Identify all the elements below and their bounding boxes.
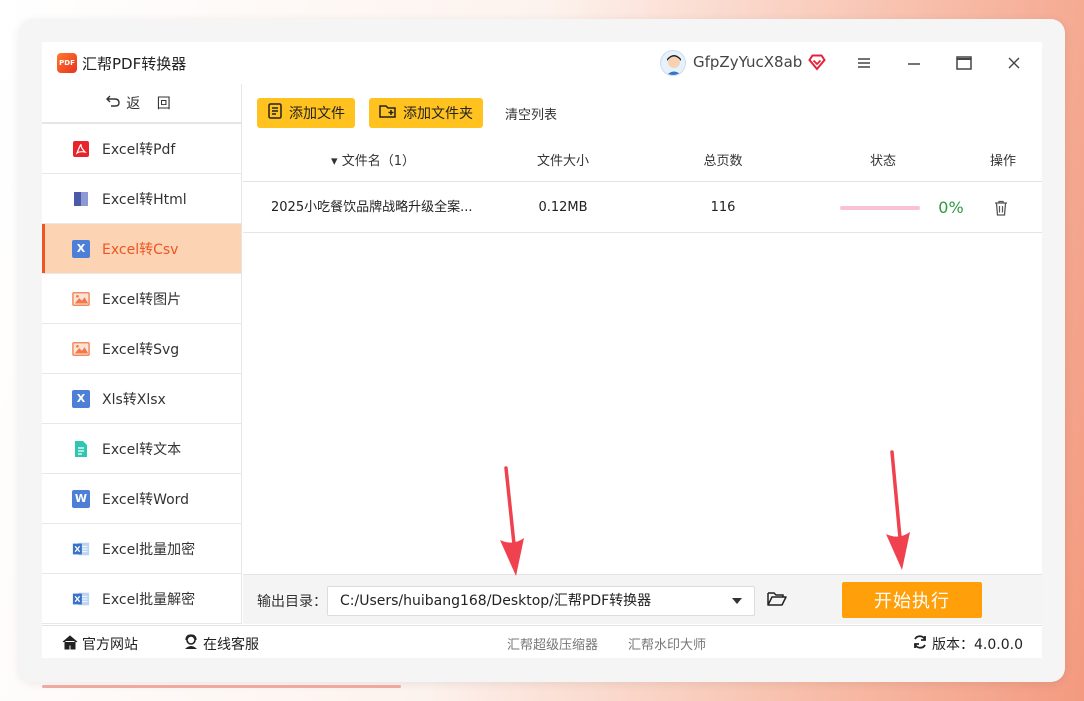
add-file-button[interactable]: 添加文件 xyxy=(257,98,355,128)
home-icon xyxy=(62,634,78,654)
menu-icon[interactable] xyxy=(850,50,878,76)
watermark-link[interactable]: 汇帮水印大师 xyxy=(628,634,706,653)
annotation-arrow-icon xyxy=(500,466,524,576)
back-label: 返 回 xyxy=(126,96,177,112)
header-action: 操作 xyxy=(989,154,1016,169)
csv-icon: X xyxy=(72,239,90,258)
header-size: 文件大小 xyxy=(536,154,589,169)
sidebar-item-excel-to-html[interactable]: Excel转Html xyxy=(42,174,241,224)
app-title: 汇帮PDF转换器 xyxy=(82,55,187,73)
online-support-link[interactable]: 在线客服 xyxy=(183,634,259,654)
sidebar-item-xls-to-xlsx[interactable]: X Xls转Xlsx xyxy=(42,374,241,424)
sidebar-item-excel-to-image[interactable]: Excel转图片 xyxy=(42,274,241,324)
vip-diamond-icon[interactable] xyxy=(808,53,826,71)
excel-x-icon: X xyxy=(72,389,90,408)
sidebar-item-label: Excel转Csv xyxy=(102,241,179,258)
delete-icon[interactable] xyxy=(991,183,1011,233)
output-path-select[interactable]: C:/Users/huibang168/Desktop/汇帮PDF转换器 xyxy=(327,586,755,616)
sidebar-item-label: Excel批量加密 xyxy=(102,541,196,558)
sidebar-item-excel-to-text[interactable]: Excel转文本 xyxy=(42,424,241,474)
sidebar-item-excel-to-csv[interactable]: X Excel转Csv xyxy=(42,224,241,274)
close-icon[interactable] xyxy=(1000,50,1028,76)
header-status: 状态 xyxy=(869,154,896,169)
clear-list-button[interactable]: 清空列表 xyxy=(505,104,557,123)
add-file-label: 添加文件 xyxy=(289,106,345,122)
sidebar-item-label: Excel转文本 xyxy=(102,441,182,458)
text-icon xyxy=(72,439,90,458)
add-folder-icon xyxy=(379,103,397,123)
user-name[interactable]: GfpZyYucX8ab xyxy=(693,53,802,71)
back-button[interactable]: 返 回 xyxy=(42,84,241,124)
chevron-down-icon[interactable] xyxy=(732,598,742,604)
official-website-link[interactable]: 官方网站 xyxy=(62,634,138,654)
sidebar-item-label: Excel批量解密 xyxy=(102,591,196,608)
maximize-icon[interactable] xyxy=(950,50,978,76)
compressor-link[interactable]: 汇帮超级压缩器 xyxy=(507,634,598,653)
folder-open-icon[interactable] xyxy=(767,591,787,607)
sidebar-item-label: Xls转Xlsx xyxy=(102,391,166,408)
file-name: 2025小吃餐饮品牌战略升级全案... xyxy=(271,200,473,215)
toolbar: 添加文件 添加文件夹 清空列表 xyxy=(243,84,1042,142)
support-agent-icon xyxy=(183,634,199,654)
sidebar-item-excel-to-word[interactable]: W Excel转Word xyxy=(42,474,241,524)
header-pages: 总页数 xyxy=(703,154,743,169)
refresh-icon xyxy=(912,634,928,654)
output-bar: 输出目录： C:/Users/huibang168/Desktop/汇帮PDF转… xyxy=(243,574,1042,624)
annotation-arrow-icon xyxy=(886,450,910,570)
sidebar-item-excel-decrypt[interactable]: Excel批量解密 xyxy=(42,574,241,624)
sidebar-item-label: Excel转Svg xyxy=(102,341,180,358)
app-logo-icon: PDF xyxy=(57,53,77,73)
sidebar-item-excel-to-svg[interactable]: Excel转Svg xyxy=(42,324,241,374)
back-arrow-icon xyxy=(106,95,120,111)
sidebar-item-label: Excel转Word xyxy=(102,491,190,508)
sidebar-item-excel-to-pdf[interactable]: Excel转Pdf xyxy=(42,124,241,174)
word-icon: W xyxy=(72,489,90,508)
image-icon xyxy=(72,289,90,308)
sidebar-item-excel-encrypt[interactable]: Excel批量加密 xyxy=(42,524,241,574)
sidebar-item-label: Excel转Pdf xyxy=(102,141,176,158)
status-bar: 官方网站 在线客服 汇帮超级压缩器 汇帮水印大师 版本：4.0.0.0 xyxy=(42,625,1042,658)
image-icon xyxy=(72,339,90,358)
horizontal-scrollbar[interactable] xyxy=(42,685,401,688)
file-size: 0.12MB xyxy=(538,200,588,215)
sidebar-item-label: Excel转Html xyxy=(102,191,187,208)
excel-icon xyxy=(72,589,90,608)
table-header: ▾ 文件名（1） 文件大小 总页数 状态 操作 xyxy=(243,142,1042,182)
start-button[interactable]: 开始执行 xyxy=(842,582,982,618)
minimize-icon[interactable] xyxy=(900,50,928,76)
title-bar: PDF 汇帮PDF转换器 GfpZyYucX8ab xyxy=(42,42,1042,84)
progress-bar xyxy=(840,206,920,210)
header-filename[interactable]: ▾ 文件名（1） xyxy=(313,142,433,182)
main-panel: 添加文件 添加文件夹 清空列表 ▾ 文件名（1） 文件大小 总页数 状态 操作 … xyxy=(243,84,1042,574)
html-icon xyxy=(72,189,90,208)
version-info[interactable]: 版本：4.0.0.0 xyxy=(912,634,1023,654)
sidebar-item-label: Excel转图片 xyxy=(102,291,182,308)
table-row[interactable]: 2025小吃餐饮品牌战略升级全案... 0.12MB 116 0% xyxy=(243,183,1042,233)
pdf-icon xyxy=(72,139,90,158)
excel-icon xyxy=(72,539,90,558)
add-folder-button[interactable]: 添加文件夹 xyxy=(369,98,483,128)
progress-percent: 0% xyxy=(938,198,964,217)
sidebar: 返 回 Excel转Pdf Excel转Html X Excel转Csv Exc… xyxy=(42,84,242,624)
page-count: 116 xyxy=(710,200,736,215)
add-folder-label: 添加文件夹 xyxy=(403,106,473,122)
add-file-icon xyxy=(267,103,283,123)
avatar[interactable] xyxy=(660,50,686,76)
output-label: 输出目录： xyxy=(257,594,327,610)
output-path: C:/Users/huibang168/Desktop/汇帮PDF转换器 xyxy=(340,593,652,609)
sort-caret-icon: ▾ xyxy=(331,154,338,169)
